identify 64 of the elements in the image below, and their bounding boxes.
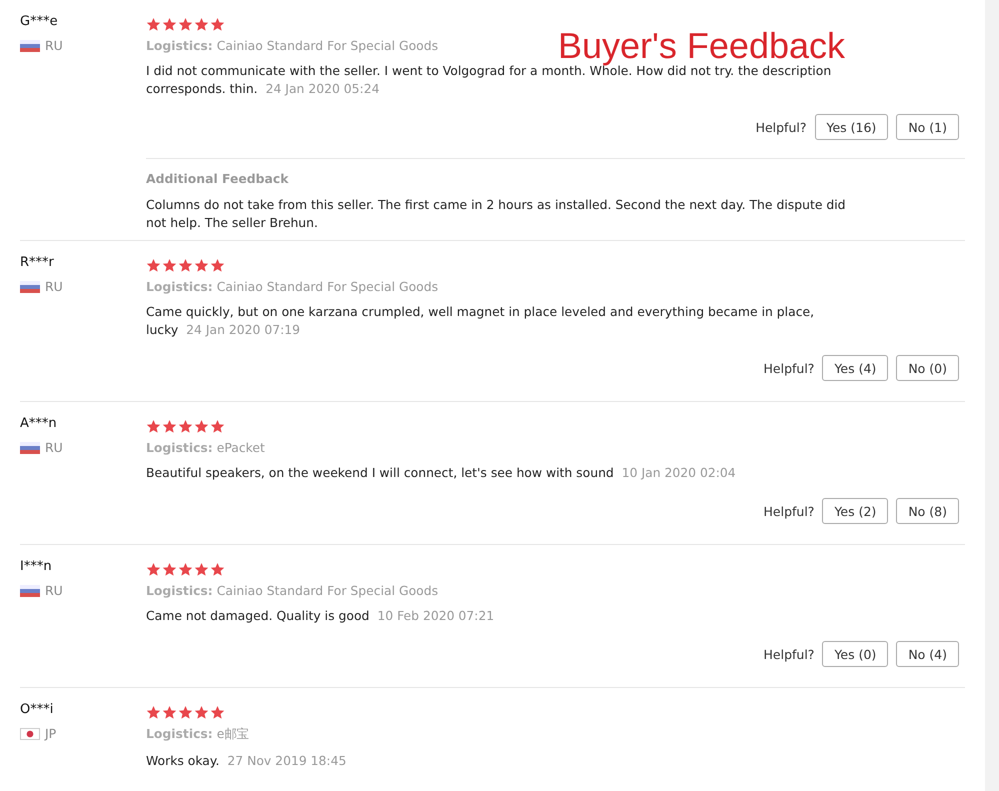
star-icon (210, 562, 225, 576)
helpful-label: Helpful? (764, 504, 814, 518)
yes-button[interactable]: Yes (4) (822, 355, 888, 381)
helpful-label: Helpful? (756, 120, 806, 134)
star-icon (178, 418, 193, 434)
flag-icon (20, 584, 40, 596)
star-icon (194, 704, 209, 720)
star-icon (146, 418, 161, 434)
no-button[interactable]: No (4) (896, 641, 959, 667)
star-icon (162, 418, 177, 434)
star-icon (162, 704, 177, 720)
star-icon (178, 258, 193, 272)
no-button[interactable]: No (1) (896, 114, 959, 140)
feedback-title: Buyer's Feedback (558, 28, 846, 64)
review-text: Works okay. 27 Nov 2019 18:45 (146, 752, 348, 770)
yes-button[interactable]: Yes (0) (822, 641, 888, 667)
star-icon (194, 16, 209, 32)
reviewer-name: I***n (20, 559, 53, 576)
helpful-label: Helpful? (764, 360, 814, 376)
star-icon (210, 418, 225, 434)
no-button[interactable]: No (8) (896, 498, 959, 524)
logistics-info: Logistics: e邮宝 (146, 726, 248, 743)
star-icon (210, 704, 225, 720)
additional-feedback-text: Columns do not take from this seller. The first came in 2 hours as installed. Second the next day. The dispute did not help. The seller Brehun. (146, 196, 846, 232)
star-icon (178, 562, 193, 576)
star-icon (162, 258, 177, 272)
country-code: RU (45, 440, 63, 455)
star-icon (146, 562, 161, 576)
star-icon (146, 704, 161, 720)
flag-icon (20, 40, 40, 52)
star-icon (146, 16, 161, 32)
flag-icon (20, 280, 40, 292)
review-text: Came not damaged. Quality is good 10 Feb 2020 07:21 (146, 607, 496, 625)
reviewer-name: O***i (20, 702, 54, 719)
star-icon (162, 16, 177, 32)
country-code: JP (45, 726, 56, 741)
helpful-label: Helpful? (764, 646, 814, 662)
star-icon (178, 704, 193, 720)
logistics-info: Logistics: ePacket (146, 440, 265, 455)
logistics-info: Logistics: Cainiao Standard For Special Goods (146, 279, 438, 294)
additional-feedback-title: Additional Feedback (146, 171, 290, 186)
star-icon (178, 16, 193, 32)
review-text: Came quickly, but on one karzana crumpled, well magnet in place leveled and everything became in place, lucky 24 Jan 2020 07:19 (146, 303, 816, 339)
review-text: Beautiful speakers, on the weekend I will connect, let's see how with sound 10 Jan 2020 02:04 (146, 464, 737, 482)
country-code: RU (45, 279, 63, 294)
star-icon (210, 258, 225, 272)
yes-button[interactable]: Yes (2) (822, 498, 888, 524)
yes-button[interactable]: Yes (16) (814, 114, 888, 140)
reviewer-name: A***n (20, 416, 58, 433)
star-icon (194, 418, 209, 434)
logistics-info: Logistics: Cainiao Standard For Special Goods (146, 583, 438, 598)
reviewer-name: R***r (20, 255, 55, 272)
no-button[interactable]: No (0) (896, 355, 959, 381)
star-icon (194, 258, 209, 272)
country-code: RU (45, 38, 63, 53)
country-code: RU (45, 583, 63, 598)
reviewer-name: G***e (20, 14, 59, 31)
star-icon (210, 16, 225, 32)
flag-icon (20, 728, 40, 740)
flag-icon (20, 442, 40, 454)
star-icon (146, 258, 161, 272)
logistics-info: Logistics: Cainiao Standard For Special Goods (146, 38, 438, 53)
star-icon (194, 562, 209, 576)
star-icon (162, 562, 177, 576)
